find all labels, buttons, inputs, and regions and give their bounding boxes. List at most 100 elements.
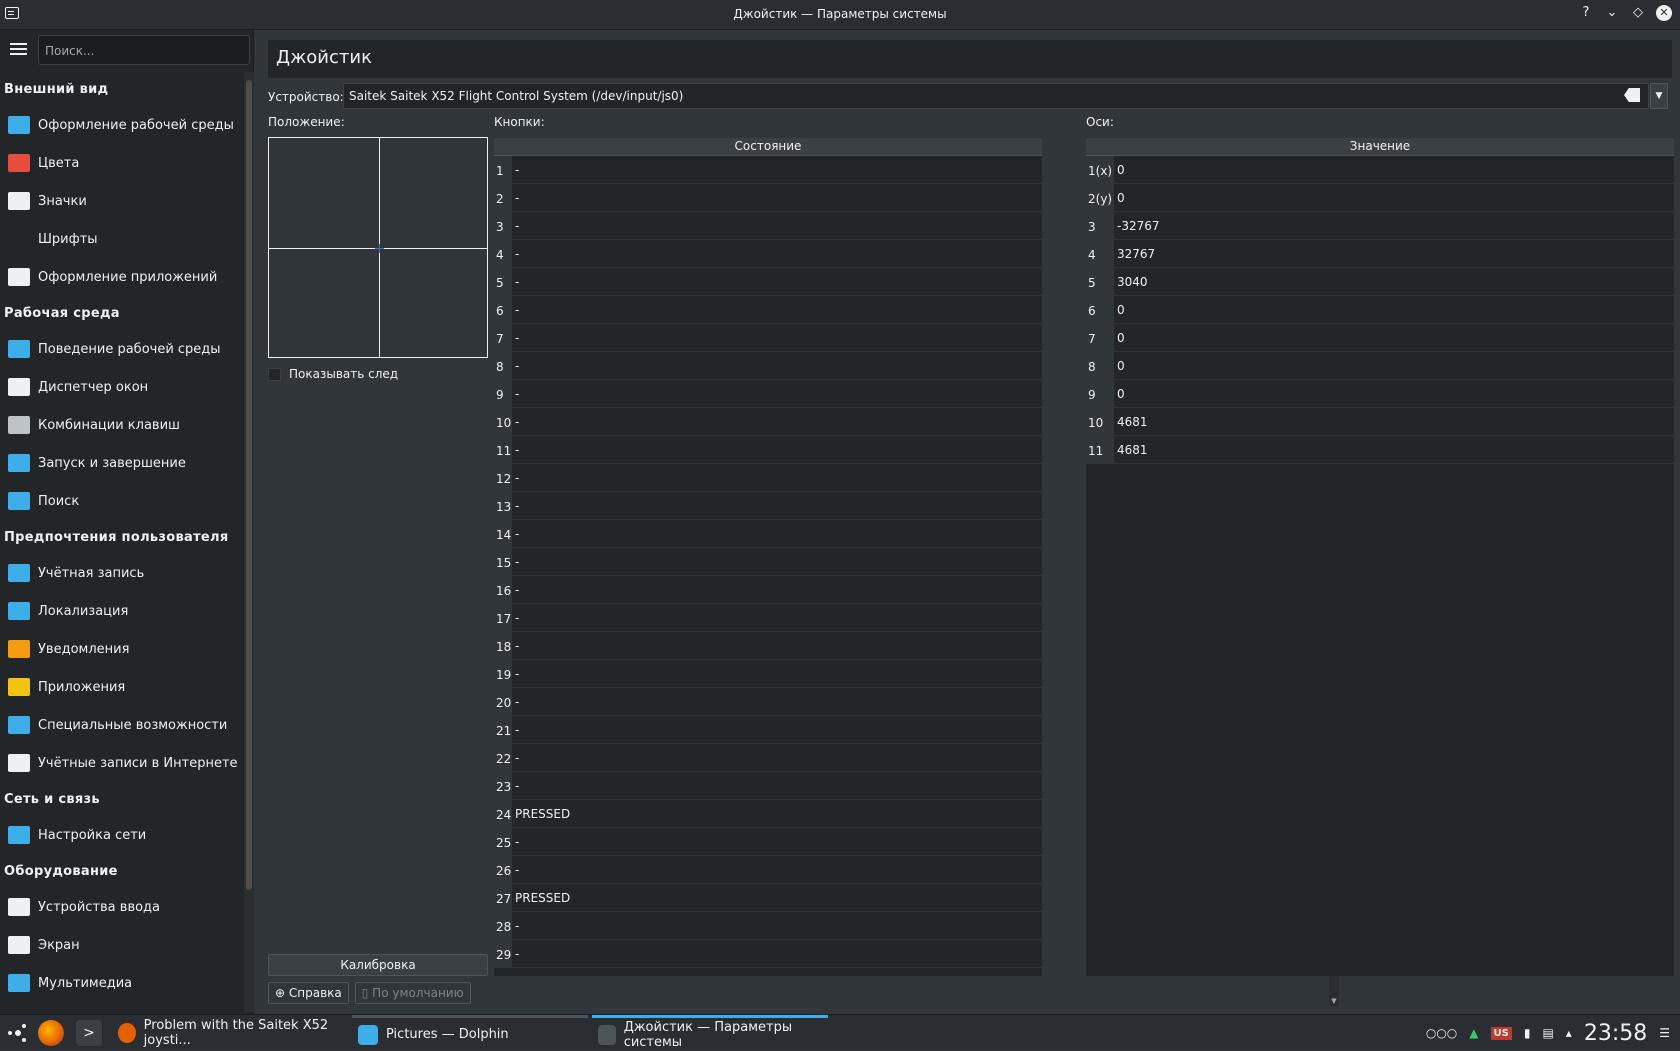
axis-row[interactable]: 11 4681 <box>1086 436 1674 464</box>
sidebar-item[interactable]: Поиск <box>0 482 244 520</box>
sidebar-item[interactable]: Поведение рабочей среды <box>0 330 244 368</box>
button-row[interactable]: 9- <box>494 380 1042 408</box>
clipboard-icon[interactable]: ▤ <box>1542 1026 1553 1040</box>
sidebar-scrollbar[interactable] <box>244 72 254 1012</box>
button-row[interactable]: 11- <box>494 436 1042 464</box>
help-icon[interactable]: ? <box>1578 5 1594 21</box>
clock[interactable]: 23:58 <box>1584 1021 1647 1046</box>
defaults-button[interactable]: ▯ По умолчанию <box>354 982 471 1004</box>
button-row[interactable]: 2- <box>494 184 1042 212</box>
sidebar-item[interactable]: Оформление рабочей среды <box>0 106 244 144</box>
button-row[interactable]: 4- <box>494 240 1042 268</box>
hamburger-menu-icon[interactable] <box>10 43 27 56</box>
sidebar-item[interactable]: Значки <box>0 182 244 220</box>
button-row[interactable]: 18- <box>494 632 1042 660</box>
button-row[interactable]: 6- <box>494 296 1042 324</box>
button-row[interactable]: 26- <box>494 856 1042 884</box>
row-header: 5 <box>1086 268 1114 295</box>
sidebar-item[interactable]: Шрифты <box>0 220 244 258</box>
axis-row[interactable]: 70 <box>1086 324 1674 352</box>
axis-row[interactable]: 1(x) 0 <box>1086 156 1674 184</box>
help-button[interactable]: ⊕ Справка <box>268 982 349 1004</box>
maximize-icon[interactable]: ◇ <box>1630 5 1646 21</box>
sidebar-item[interactable]: Запуск и завершение <box>0 444 244 482</box>
sidebar-item[interactable]: Учётная запись <box>0 554 244 592</box>
keyboard-layout-indicator[interactable]: US <box>1490 1026 1512 1040</box>
sidebar-item[interactable]: Экран <box>0 926 244 964</box>
row-value: - <box>515 191 520 205</box>
user-status-icon[interactable]: ▲ <box>1469 1026 1478 1040</box>
position-label: Положение: <box>268 115 345 129</box>
firefox-icon[interactable] <box>38 1020 64 1046</box>
show-trace-checkbox[interactable] <box>268 367 281 381</box>
module-icon <box>8 564 30 582</box>
sidebar-item-label: Запуск и завершение <box>38 455 186 471</box>
axis-row[interactable]: 5 3040 <box>1086 268 1674 296</box>
chevron-down-icon[interactable]: ▼ <box>1650 83 1668 109</box>
button-row[interactable]: 14- <box>494 520 1042 548</box>
sidebar-item[interactable]: Учётные записи в Интернете <box>0 744 244 782</box>
sidebar-item[interactable]: Приложения <box>0 668 244 706</box>
application-launcher-icon[interactable] <box>6 1021 30 1045</box>
button-row[interactable]: 1- <box>494 156 1042 184</box>
sidebar-item[interactable]: Оформление приложений <box>0 258 244 296</box>
button-row[interactable]: 22- <box>494 744 1042 772</box>
sidebar-item[interactable]: Мультимедиа <box>0 964 244 1002</box>
close-icon[interactable]: ✕ <box>1656 5 1672 21</box>
task-dolphin[interactable]: Pictures — Dolphin <box>352 1015 588 1051</box>
button-row[interactable]: 28- <box>494 912 1042 940</box>
sidebar-item[interactable]: Специальные возможности <box>0 706 244 744</box>
task-firefox[interactable]: Problem with the Saitek X52 joysti... <box>112 1015 352 1051</box>
calibrate-button[interactable]: Калибровка <box>268 954 488 976</box>
search-input[interactable]: Поиск... <box>38 35 250 65</box>
button-row[interactable]: 20- <box>494 688 1042 716</box>
module-icon <box>8 230 30 248</box>
sidebar-item[interactable]: Уведомления <box>0 630 244 668</box>
sidebar-item[interactable]: Локализация <box>0 592 244 630</box>
page-title: Джойстик <box>268 40 1672 78</box>
button-row[interactable]: 19- <box>494 660 1042 688</box>
axis-row[interactable]: 60 <box>1086 296 1674 324</box>
buttons-table: Состояние 1-2-3-4-5-6-7-8-9-10-11-12-13-… <box>494 138 1042 976</box>
axis-row[interactable]: 80 <box>1086 352 1674 380</box>
expand-tray-icon[interactable]: ▴ <box>1566 1026 1572 1040</box>
row-header: 3 <box>494 212 512 239</box>
task-system-settings[interactable]: Джойстик — Параметры системы <box>592 1015 828 1051</box>
button-row[interactable]: 25- <box>494 828 1042 856</box>
button-row[interactable]: 27 PRESSED <box>494 884 1042 912</box>
more-icon[interactable]: ○○○ <box>1426 1026 1457 1040</box>
button-row[interactable]: 24 PRESSED <box>494 800 1042 828</box>
axis-row[interactable]: 3 -32767 <box>1086 212 1674 240</box>
button-row[interactable]: 16- <box>494 576 1042 604</box>
button-row[interactable]: 7- <box>494 324 1042 352</box>
sidebar-item[interactable]: Комбинации клавиш <box>0 406 244 444</box>
clear-icon[interactable] <box>1624 88 1640 102</box>
sidebar-item[interactable]: Устройства ввода <box>0 888 244 926</box>
button-row[interactable]: 13- <box>494 492 1042 520</box>
button-row[interactable]: 10- <box>494 408 1042 436</box>
button-row[interactable]: 29- <box>494 940 1042 968</box>
row-header: 1(x) <box>1086 156 1114 183</box>
usb-icon[interactable]: ▮ <box>1524 1026 1531 1040</box>
axis-row[interactable]: 2(y) 0 <box>1086 184 1674 212</box>
axis-row[interactable]: 4 32767 <box>1086 240 1674 268</box>
button-row[interactable]: 12- <box>494 464 1042 492</box>
button-row[interactable]: 5- <box>494 268 1042 296</box>
button-row[interactable]: 15- <box>494 548 1042 576</box>
button-row[interactable]: 17- <box>494 604 1042 632</box>
button-row[interactable]: 21- <box>494 716 1042 744</box>
button-row[interactable]: 23- <box>494 772 1042 800</box>
panel-menu-icon[interactable]: ☰ <box>1659 1026 1670 1040</box>
button-row[interactable]: 3- <box>494 212 1042 240</box>
terminal-icon[interactable]: > <box>76 1020 102 1046</box>
sidebar-item[interactable]: Цвета <box>0 144 244 182</box>
axis-row[interactable]: 90 <box>1086 380 1674 408</box>
sidebar-item[interactable]: Диспетчер окон <box>0 368 244 406</box>
button-row[interactable]: 8- <box>494 352 1042 380</box>
minimize-icon[interactable]: ⌄ <box>1604 5 1620 21</box>
sidebar-item[interactable]: Настройка сети <box>0 816 244 854</box>
row-header: 4 <box>494 240 512 267</box>
show-trace-toggle[interactable]: Показывать след <box>268 367 398 381</box>
device-combobox[interactable]: Saitek Saitek X52 Flight Control System … <box>343 83 1649 109</box>
axis-row[interactable]: 10 4681 <box>1086 408 1674 436</box>
